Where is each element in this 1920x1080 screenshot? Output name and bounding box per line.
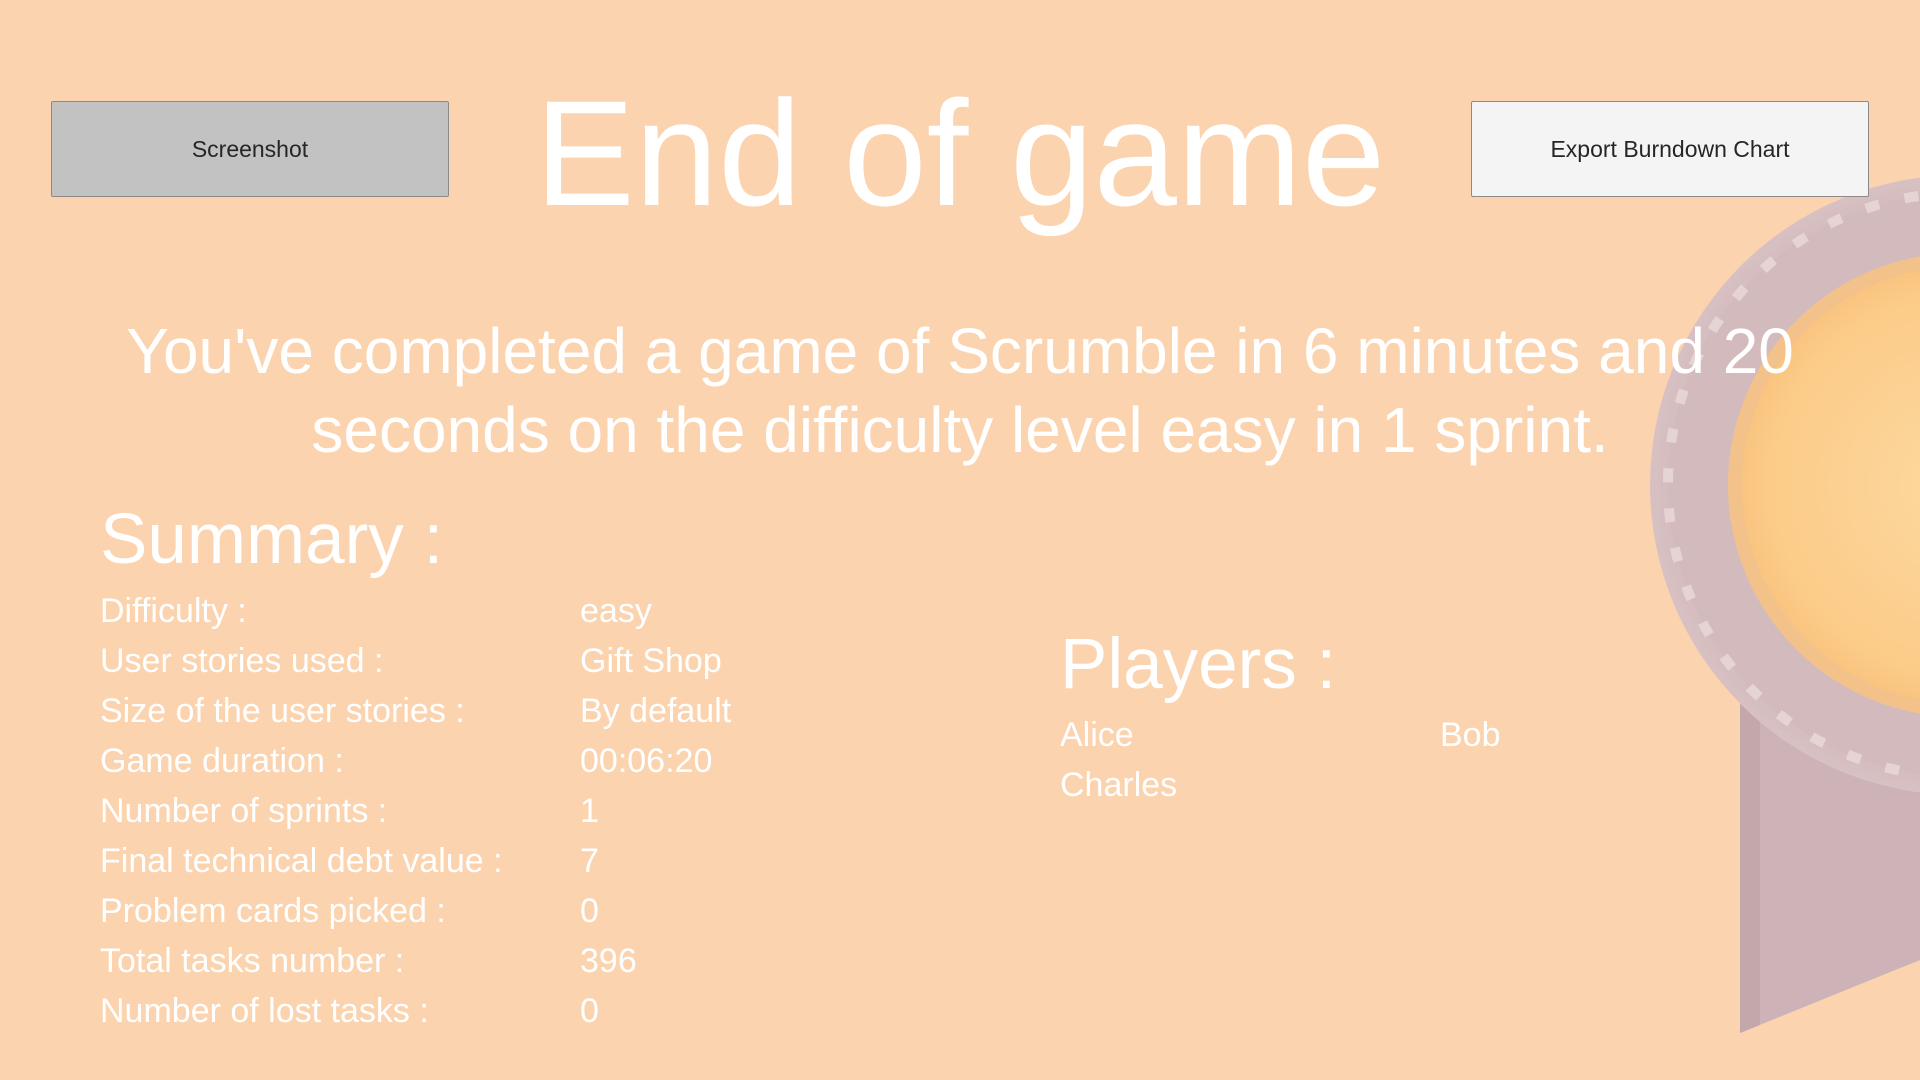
summary-row-difficulty: Difficulty : easy — [100, 586, 860, 636]
screenshot-button[interactable]: Screenshot — [51, 101, 449, 197]
summary-heading: Summary : — [100, 500, 444, 579]
summary-label: Difficulty : — [100, 592, 247, 630]
player-name: Charles — [1060, 766, 1178, 804]
summary-row-problem-cards: Problem cards picked : 0 — [100, 886, 860, 936]
export-burndown-chart-button[interactable]: Export Burndown Chart — [1471, 101, 1869, 197]
players-list: Alice Bob Charles — [1060, 710, 1600, 810]
summary-value: 00:06:20 — [580, 742, 713, 780]
summary-value: By default — [580, 692, 732, 730]
summary-label: Game duration : — [100, 742, 344, 780]
summary-row-lost-tasks: Number of lost tasks : 0 — [100, 986, 860, 1036]
summary-row-user-stories: User stories used : Gift Shop — [100, 636, 860, 686]
summary-label: User stories used : — [100, 642, 384, 680]
summary-list: Difficulty : easy User stories used : Gi… — [100, 586, 860, 1036]
award-medal-icon — [1650, 177, 1920, 1033]
summary-label: Size of the user stories : — [100, 692, 465, 730]
page-title: End of game — [534, 69, 1386, 237]
summary-row-story-size: Size of the user stories : By default — [100, 686, 860, 736]
summary-row-total-tasks: Total tasks number : 396 — [100, 936, 860, 986]
summary-label: Problem cards picked : — [100, 892, 446, 930]
player-name: Alice — [1060, 716, 1134, 754]
summary-label: Number of lost tasks : — [100, 992, 429, 1030]
summary-value: 1 — [580, 792, 599, 830]
summary-value: 0 — [580, 892, 599, 930]
completion-message: You've completed a game of Scrumble in 6… — [126, 315, 1794, 466]
summary-value: Gift Shop — [580, 642, 722, 680]
players-heading: Players : — [1060, 625, 1337, 704]
summary-row-technical-debt: Final technical debt value : 7 — [100, 836, 860, 886]
summary-label: Number of sprints : — [100, 792, 388, 830]
summary-value: 0 — [580, 992, 599, 1030]
summary-value: 396 — [580, 942, 637, 980]
summary-row-game-duration: Game duration : 00:06:20 — [100, 736, 860, 786]
summary-label: Total tasks number : — [100, 942, 405, 980]
summary-label: Final technical debt value : — [100, 842, 503, 880]
summary-row-sprints: Number of sprints : 1 — [100, 786, 860, 836]
player-name: Bob — [1440, 716, 1501, 754]
summary-value: 7 — [580, 842, 599, 880]
summary-value: easy — [580, 592, 652, 630]
